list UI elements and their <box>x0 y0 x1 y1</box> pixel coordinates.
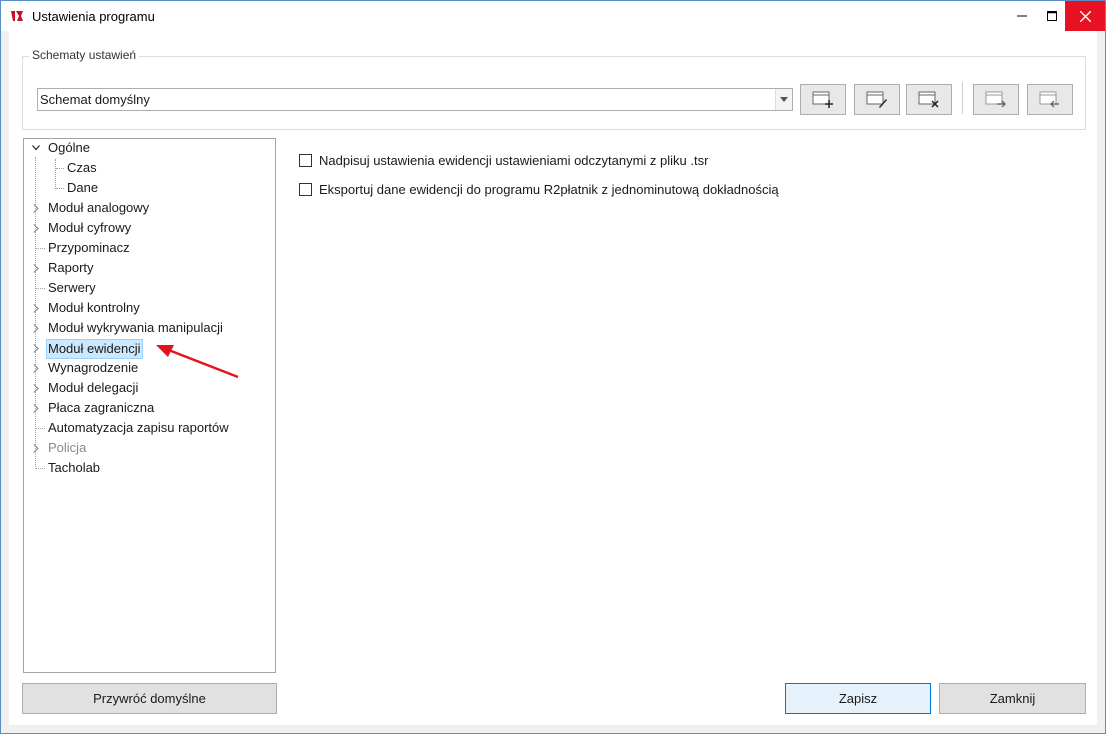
tree-item-label: Raporty <box>48 260 94 275</box>
close-button[interactable]: Zamknij <box>939 683 1086 714</box>
tree-item-ogolne[interactable]: Ogólne <box>24 139 273 157</box>
edit-scheme-icon <box>866 91 887 108</box>
tree-item[interactable]: Płaca zagraniczna <box>24 399 273 417</box>
export-scheme-button[interactable] <box>973 84 1019 115</box>
tree-item[interactable]: Moduł wykrywania manipulacji <box>24 319 273 337</box>
tree-item-label: Wynagrodzenie <box>48 360 139 375</box>
restore-defaults-button[interactable]: Przywróć domyślne <box>22 683 277 714</box>
add-scheme-button[interactable] <box>800 84 846 115</box>
close-icon <box>1079 10 1091 22</box>
tree-item-label: Moduł cyfrowy <box>48 220 132 235</box>
tree-item-czas[interactable]: Czas <box>24 159 273 177</box>
chevron-right-icon[interactable] <box>31 439 41 457</box>
toolbar-separator <box>962 82 963 114</box>
tree-item-label: Płaca zagraniczna <box>48 400 155 415</box>
export-scheme-icon <box>985 91 1006 107</box>
chevron-right-icon[interactable] <box>31 219 41 237</box>
chevron-down-icon[interactable] <box>31 139 41 157</box>
chevron-right-icon[interactable] <box>31 359 41 377</box>
save-button[interactable]: Zapisz <box>785 683 931 714</box>
chevron-right-icon[interactable] <box>31 399 41 417</box>
tree-item-label: Serwery <box>48 280 96 295</box>
import-scheme-icon <box>1039 91 1059 107</box>
close-window-button[interactable] <box>1065 1 1105 31</box>
tree-item-label: Przypominacz <box>48 240 130 255</box>
chevron-right-icon[interactable] <box>31 199 41 217</box>
annotation-arrow <box>156 345 239 379</box>
tree-item[interactable]: Automatyzacja zapisu raportów <box>24 419 273 437</box>
tree-item-label: Moduł ewidencji <box>46 339 143 359</box>
tree-item-label: Tacholab <box>48 460 101 475</box>
maximize-button[interactable] <box>1037 1 1067 31</box>
option-label: Eksportuj dane ewidencji do programu R2p… <box>319 181 779 197</box>
tree-item[interactable]: Tacholab <box>24 459 273 477</box>
maximize-icon <box>1047 11 1057 21</box>
tree-item[interactable]: Przypominacz <box>24 239 273 257</box>
tree-item[interactable]: Moduł kontrolny <box>24 299 273 317</box>
app-logo-icon <box>11 11 23 21</box>
tree-item[interactable]: Serwery <box>24 279 273 297</box>
tree-item-label: Moduł delegacji <box>48 380 139 395</box>
minimize-button[interactable] <box>1007 1 1037 31</box>
window-title: Ustawienia programu <box>32 9 155 24</box>
chevron-right-icon[interactable] <box>31 339 41 357</box>
checkbox[interactable] <box>299 153 312 167</box>
tree-item[interactable]: Moduł delegacji <box>24 379 273 397</box>
schemes-legend: Schematy ustawień <box>29 48 140 62</box>
settings-window: Ustawienia programu Schematy ustawień Sc… <box>0 0 1106 734</box>
delete-scheme-icon <box>918 91 939 108</box>
tree-item[interactable]: Moduł cyfrowy <box>24 219 273 237</box>
scheme-select[interactable]: Schemat domyślny <box>37 88 793 111</box>
option-label: Nadpisuj ustawienia ewidencji ustawienia… <box>319 152 709 168</box>
tree-item[interactable]: Raporty <box>24 259 273 277</box>
import-scheme-button[interactable] <box>1027 84 1073 115</box>
checkbox[interactable] <box>299 182 312 196</box>
chevron-down-icon[interactable] <box>775 89 792 110</box>
client-area: Schematy ustawień Schemat domyślny Ogóln… <box>9 31 1097 725</box>
chevron-right-icon[interactable] <box>31 319 41 337</box>
settings-tree[interactable]: Ogólne Czas Dane Moduł analogowy Moduł cy… <box>23 138 276 673</box>
chevron-right-icon[interactable] <box>31 259 41 277</box>
tree-item[interactable]: Moduł analogowy <box>24 199 273 217</box>
schemes-group: Schematy ustawień Schemat domyślny <box>22 48 1086 130</box>
add-scheme-icon <box>812 91 833 108</box>
chevron-right-icon[interactable] <box>31 299 41 317</box>
chevron-right-icon[interactable] <box>31 379 41 397</box>
option-export-r2platnik[interactable]: Eksportuj dane ewidencji do programu R2p… <box>299 180 779 198</box>
delete-scheme-button[interactable] <box>906 84 952 115</box>
tree-item-label: Moduł analogowy <box>48 200 150 215</box>
tree-item-label: Automatyzacja zapisu raportów <box>48 420 229 435</box>
option-overwrite-tsr[interactable]: Nadpisuj ustawienia ewidencji ustawienia… <box>299 151 708 169</box>
tree-item-label: Moduł wykrywania manipulacji <box>48 320 223 335</box>
title-bar: Ustawienia programu <box>1 1 1105 31</box>
tree-item[interactable]: Policja <box>24 439 273 457</box>
tree-item-label: Policja <box>48 440 87 455</box>
tree-item-dane[interactable]: Dane <box>24 179 273 197</box>
minimize-icon <box>1017 15 1027 17</box>
edit-scheme-button[interactable] <box>854 84 900 115</box>
scheme-select-value: Schemat domyślny <box>40 92 150 107</box>
tree-item-label: Moduł kontrolny <box>48 300 140 315</box>
